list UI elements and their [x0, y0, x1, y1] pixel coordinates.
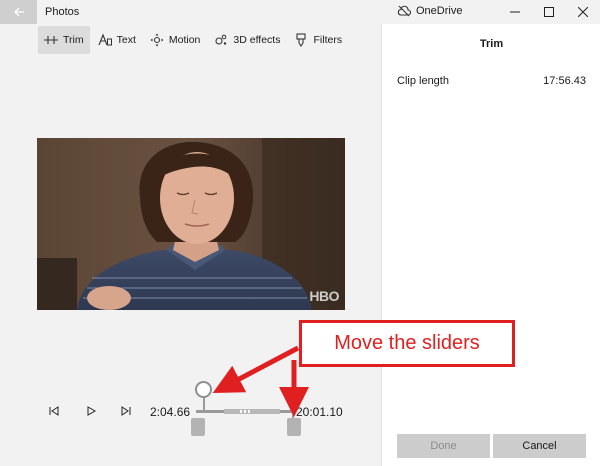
annotation-text: Move the sliders: [334, 332, 480, 354]
tab-3d-effects-label: 3D effects: [233, 34, 281, 46]
close-icon: [578, 7, 588, 17]
previous-frame-icon: [49, 406, 59, 416]
app-title: Photos: [45, 6, 80, 18]
trim-selection: [224, 409, 280, 414]
playhead-handle[interactable]: [195, 381, 212, 398]
3d-effects-icon: [215, 34, 227, 45]
maximize-icon: [544, 7, 554, 17]
filters-icon: [296, 33, 307, 47]
video-watermark: HBO: [309, 288, 339, 304]
tab-motion[interactable]: Motion: [144, 26, 207, 54]
play-button[interactable]: [84, 404, 98, 418]
trim-start-handle[interactable]: [191, 418, 205, 436]
panel-title: Trim: [479, 38, 504, 50]
play-icon: [87, 406, 96, 416]
motion-icon: [150, 33, 164, 47]
trim-icon: [44, 36, 58, 44]
minimize-button[interactable]: [498, 0, 532, 24]
playhead-stem: [203, 398, 205, 412]
done-button[interactable]: Done: [397, 434, 490, 458]
previous-frame-button[interactable]: [47, 404, 61, 418]
tab-text[interactable]: Text: [92, 26, 142, 54]
back-button[interactable]: [0, 0, 37, 24]
edit-toolbar: Trim Text Motion 3D effects Filters: [38, 26, 350, 54]
clip-length-value: 17:56.43: [543, 75, 586, 87]
title-bar: Photos OneDrive: [0, 0, 600, 24]
tab-filters-label: Filters: [313, 34, 343, 46]
start-time: 2:04.66: [150, 405, 191, 419]
minimize-icon: [510, 11, 520, 13]
back-arrow-icon: [13, 7, 24, 17]
tab-motion-label: Motion: [168, 34, 201, 46]
trim-end-stem: [292, 404, 294, 418]
next-frame-icon: [121, 406, 131, 416]
annotation-callout: Move the sliders: [299, 320, 515, 367]
video-frame-image: [37, 138, 345, 310]
tab-3d-effects[interactable]: 3D effects: [208, 26, 286, 54]
tab-trim-label: Trim: [63, 34, 84, 46]
cancel-button[interactable]: Cancel: [493, 434, 586, 458]
end-time: 20:01.10: [296, 405, 343, 419]
onedrive-label: OneDrive: [416, 5, 463, 17]
video-preview: HBO: [37, 138, 345, 310]
trim-grip: [240, 410, 252, 413]
onedrive-status[interactable]: OneDrive: [397, 5, 462, 17]
clip-length-label: Clip length: [397, 75, 449, 87]
tab-text-label: Text: [116, 34, 136, 46]
next-frame-button[interactable]: [119, 404, 133, 418]
text-icon: [98, 33, 112, 46]
trim-end-handle[interactable]: [287, 418, 301, 436]
tab-filters[interactable]: Filters: [288, 26, 348, 54]
trim-panel: Trim Clip length 17:56.43 Done Cancel: [381, 24, 600, 466]
maximize-button[interactable]: [532, 0, 566, 24]
arrow-to-start-handle: [212, 345, 300, 394]
tab-trim[interactable]: Trim: [38, 26, 90, 54]
close-button[interactable]: [566, 0, 600, 24]
cloud-off-icon: [397, 5, 411, 17]
